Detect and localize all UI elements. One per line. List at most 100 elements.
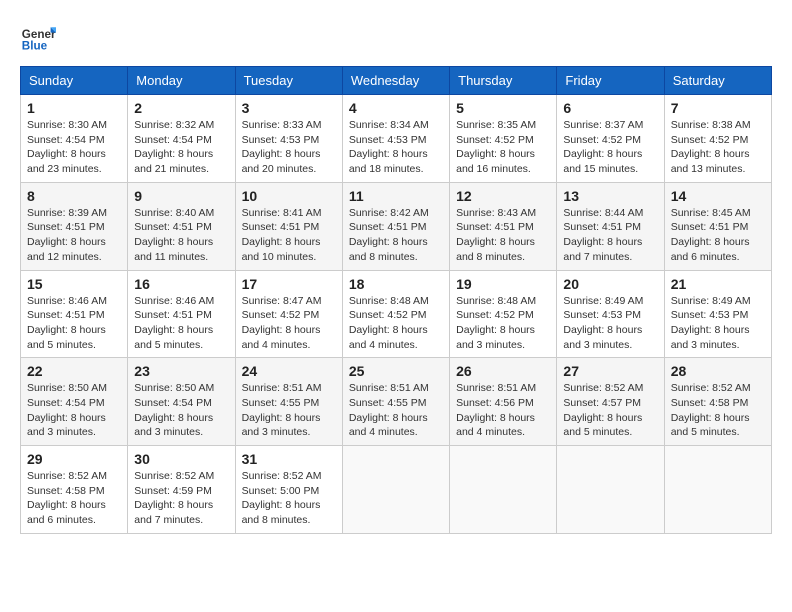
day-info: Sunrise: 8:50 AM Sunset: 4:54 PM Dayligh…: [27, 381, 121, 440]
calendar-cell: 25 Sunrise: 8:51 AM Sunset: 4:55 PM Dayl…: [342, 358, 449, 446]
day-number: 18: [349, 276, 443, 292]
day-number: 23: [134, 363, 228, 379]
day-number: 2: [134, 100, 228, 116]
day-info: Sunrise: 8:33 AM Sunset: 4:53 PM Dayligh…: [242, 118, 336, 177]
day-of-week-header: Saturday: [664, 67, 771, 95]
calendar-cell: 17 Sunrise: 8:47 AM Sunset: 4:52 PM Dayl…: [235, 270, 342, 358]
day-info: Sunrise: 8:42 AM Sunset: 4:51 PM Dayligh…: [349, 206, 443, 265]
calendar-cell: 6 Sunrise: 8:37 AM Sunset: 4:52 PM Dayli…: [557, 95, 664, 183]
calendar-week-row: 1 Sunrise: 8:30 AM Sunset: 4:54 PM Dayli…: [21, 95, 772, 183]
day-info: Sunrise: 8:48 AM Sunset: 4:52 PM Dayligh…: [456, 294, 550, 353]
calendar-header-row: SundayMondayTuesdayWednesdayThursdayFrid…: [21, 67, 772, 95]
calendar-week-row: 15 Sunrise: 8:46 AM Sunset: 4:51 PM Dayl…: [21, 270, 772, 358]
calendar-cell: 29 Sunrise: 8:52 AM Sunset: 4:58 PM Dayl…: [21, 446, 128, 534]
day-number: 10: [242, 188, 336, 204]
calendar-cell: [557, 446, 664, 534]
calendar-cell: 2 Sunrise: 8:32 AM Sunset: 4:54 PM Dayli…: [128, 95, 235, 183]
svg-text:Blue: Blue: [22, 40, 48, 53]
calendar-cell: 8 Sunrise: 8:39 AM Sunset: 4:51 PM Dayli…: [21, 182, 128, 270]
calendar-cell: [342, 446, 449, 534]
day-info: Sunrise: 8:51 AM Sunset: 4:55 PM Dayligh…: [349, 381, 443, 440]
day-info: Sunrise: 8:49 AM Sunset: 4:53 PM Dayligh…: [563, 294, 657, 353]
calendar-cell: 20 Sunrise: 8:49 AM Sunset: 4:53 PM Dayl…: [557, 270, 664, 358]
calendar-cell: 24 Sunrise: 8:51 AM Sunset: 4:55 PM Dayl…: [235, 358, 342, 446]
day-number: 7: [671, 100, 765, 116]
day-info: Sunrise: 8:51 AM Sunset: 4:56 PM Dayligh…: [456, 381, 550, 440]
day-number: 29: [27, 451, 121, 467]
day-info: Sunrise: 8:46 AM Sunset: 4:51 PM Dayligh…: [27, 294, 121, 353]
calendar-week-row: 22 Sunrise: 8:50 AM Sunset: 4:54 PM Dayl…: [21, 358, 772, 446]
day-number: 28: [671, 363, 765, 379]
day-number: 17: [242, 276, 336, 292]
day-number: 3: [242, 100, 336, 116]
day-info: Sunrise: 8:52 AM Sunset: 4:57 PM Dayligh…: [563, 381, 657, 440]
calendar-cell: 1 Sunrise: 8:30 AM Sunset: 4:54 PM Dayli…: [21, 95, 128, 183]
day-info: Sunrise: 8:50 AM Sunset: 4:54 PM Dayligh…: [134, 381, 228, 440]
day-info: Sunrise: 8:38 AM Sunset: 4:52 PM Dayligh…: [671, 118, 765, 177]
day-number: 21: [671, 276, 765, 292]
day-number: 26: [456, 363, 550, 379]
day-number: 27: [563, 363, 657, 379]
day-number: 31: [242, 451, 336, 467]
day-number: 20: [563, 276, 657, 292]
calendar-cell: 27 Sunrise: 8:52 AM Sunset: 4:57 PM Dayl…: [557, 358, 664, 446]
logo-icon: General Blue: [20, 20, 56, 56]
calendar-cell: 21 Sunrise: 8:49 AM Sunset: 4:53 PM Dayl…: [664, 270, 771, 358]
day-number: 24: [242, 363, 336, 379]
calendar-week-row: 8 Sunrise: 8:39 AM Sunset: 4:51 PM Dayli…: [21, 182, 772, 270]
calendar-cell: 11 Sunrise: 8:42 AM Sunset: 4:51 PM Dayl…: [342, 182, 449, 270]
day-number: 8: [27, 188, 121, 204]
day-info: Sunrise: 8:45 AM Sunset: 4:51 PM Dayligh…: [671, 206, 765, 265]
day-info: Sunrise: 8:49 AM Sunset: 4:53 PM Dayligh…: [671, 294, 765, 353]
day-info: Sunrise: 8:52 AM Sunset: 4:59 PM Dayligh…: [134, 469, 228, 528]
day-number: 6: [563, 100, 657, 116]
calendar-cell: 5 Sunrise: 8:35 AM Sunset: 4:52 PM Dayli…: [450, 95, 557, 183]
day-of-week-header: Sunday: [21, 67, 128, 95]
calendar-cell: 31 Sunrise: 8:52 AM Sunset: 5:00 PM Dayl…: [235, 446, 342, 534]
day-number: 14: [671, 188, 765, 204]
page-header: General Blue: [20, 20, 772, 56]
calendar-cell: 19 Sunrise: 8:48 AM Sunset: 4:52 PM Dayl…: [450, 270, 557, 358]
day-number: 15: [27, 276, 121, 292]
day-info: Sunrise: 8:43 AM Sunset: 4:51 PM Dayligh…: [456, 206, 550, 265]
calendar-cell: 13 Sunrise: 8:44 AM Sunset: 4:51 PM Dayl…: [557, 182, 664, 270]
calendar-table: SundayMondayTuesdayWednesdayThursdayFrid…: [20, 66, 772, 534]
day-number: 12: [456, 188, 550, 204]
day-number: 19: [456, 276, 550, 292]
day-number: 1: [27, 100, 121, 116]
calendar-cell: 18 Sunrise: 8:48 AM Sunset: 4:52 PM Dayl…: [342, 270, 449, 358]
day-number: 4: [349, 100, 443, 116]
day-number: 11: [349, 188, 443, 204]
calendar-cell: 16 Sunrise: 8:46 AM Sunset: 4:51 PM Dayl…: [128, 270, 235, 358]
calendar-cell: 15 Sunrise: 8:46 AM Sunset: 4:51 PM Dayl…: [21, 270, 128, 358]
day-number: 30: [134, 451, 228, 467]
day-info: Sunrise: 8:41 AM Sunset: 4:51 PM Dayligh…: [242, 206, 336, 265]
day-info: Sunrise: 8:47 AM Sunset: 4:52 PM Dayligh…: [242, 294, 336, 353]
day-number: 9: [134, 188, 228, 204]
calendar-cell: 23 Sunrise: 8:50 AM Sunset: 4:54 PM Dayl…: [128, 358, 235, 446]
day-number: 25: [349, 363, 443, 379]
calendar-cell: 14 Sunrise: 8:45 AM Sunset: 4:51 PM Dayl…: [664, 182, 771, 270]
calendar-cell: 22 Sunrise: 8:50 AM Sunset: 4:54 PM Dayl…: [21, 358, 128, 446]
day-info: Sunrise: 8:32 AM Sunset: 4:54 PM Dayligh…: [134, 118, 228, 177]
day-number: 13: [563, 188, 657, 204]
calendar-cell: 30 Sunrise: 8:52 AM Sunset: 4:59 PM Dayl…: [128, 446, 235, 534]
day-of-week-header: Monday: [128, 67, 235, 95]
calendar-cell: 12 Sunrise: 8:43 AM Sunset: 4:51 PM Dayl…: [450, 182, 557, 270]
calendar-cell: 9 Sunrise: 8:40 AM Sunset: 4:51 PM Dayli…: [128, 182, 235, 270]
calendar-week-row: 29 Sunrise: 8:52 AM Sunset: 4:58 PM Dayl…: [21, 446, 772, 534]
logo: General Blue: [20, 20, 56, 56]
calendar-cell: 7 Sunrise: 8:38 AM Sunset: 4:52 PM Dayli…: [664, 95, 771, 183]
calendar-cell: 4 Sunrise: 8:34 AM Sunset: 4:53 PM Dayli…: [342, 95, 449, 183]
day-number: 22: [27, 363, 121, 379]
day-of-week-header: Tuesday: [235, 67, 342, 95]
day-info: Sunrise: 8:48 AM Sunset: 4:52 PM Dayligh…: [349, 294, 443, 353]
day-number: 16: [134, 276, 228, 292]
day-number: 5: [456, 100, 550, 116]
day-of-week-header: Thursday: [450, 67, 557, 95]
day-info: Sunrise: 8:39 AM Sunset: 4:51 PM Dayligh…: [27, 206, 121, 265]
day-info: Sunrise: 8:46 AM Sunset: 4:51 PM Dayligh…: [134, 294, 228, 353]
calendar-cell: [664, 446, 771, 534]
calendar-cell: 26 Sunrise: 8:51 AM Sunset: 4:56 PM Dayl…: [450, 358, 557, 446]
day-info: Sunrise: 8:34 AM Sunset: 4:53 PM Dayligh…: [349, 118, 443, 177]
